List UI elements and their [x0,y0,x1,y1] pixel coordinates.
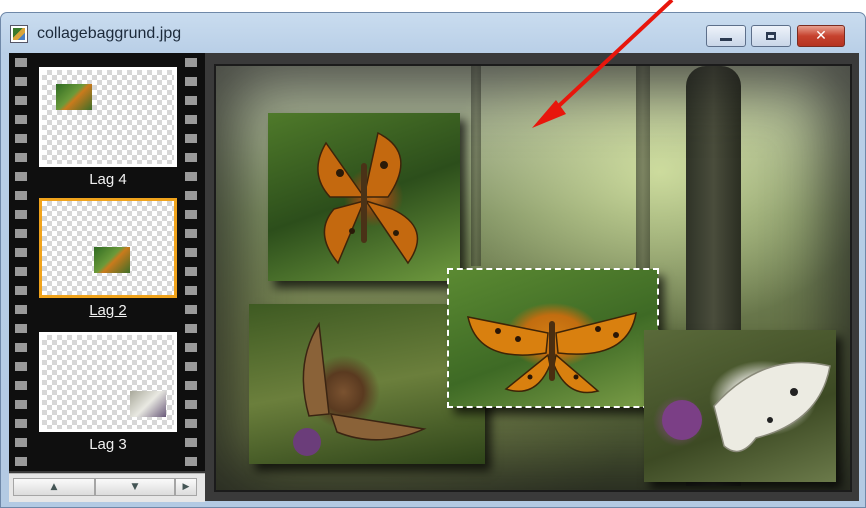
scroll-right-button[interactable]: ▶ [175,478,197,496]
silver-washed-fritillary-photo[interactable] [447,268,659,408]
film-perforation-right [185,53,197,471]
butterfly-shape [317,131,419,265]
filmstrip-scrollbar[interactable]: ▲ ▼ ▶ [9,473,205,502]
butterfly-shape [467,311,637,394]
image-window: collagebaggrund.jpg ✕ Lag 4 Lag 2 Lag 3 … [0,12,866,508]
white-butterfly-photo[interactable] [644,330,836,482]
maximize-button[interactable] [751,25,791,47]
layer-content-preview [94,247,130,273]
close-button[interactable]: ✕ [797,25,845,47]
image-file-icon [10,25,28,43]
chevron-down-icon: ▼ [131,482,139,492]
window-title: collagebaggrund.jpg [37,25,182,42]
chevron-up-icon: ▲ [50,482,58,492]
layer-label: Lag 4 [89,171,127,188]
layer-label: Lag 3 [89,436,127,453]
image-canvas[interactable] [214,64,852,492]
minimize-button[interactable] [706,25,746,47]
layer-preview [39,67,177,167]
comma-butterfly-photo[interactable] [268,113,460,281]
scroll-down-button[interactable]: ▼ [95,478,175,496]
title-bar[interactable]: collagebaggrund.jpg ✕ [1,13,865,53]
layer-content-preview [56,84,92,110]
layer-label: Lag 2 [89,302,127,319]
film-perforation-left [15,53,27,471]
minimize-icon [707,26,745,46]
maximize-icon [752,26,790,46]
close-icon: ✕ [815,28,827,44]
layer-content-preview [130,391,166,417]
layers-filmstrip: Lag 4 Lag 2 Lag 3 [9,53,205,471]
layer-preview [39,198,177,298]
scroll-up-button[interactable]: ▲ [13,478,95,496]
butterfly-shape [662,361,831,453]
layer-preview [39,332,177,432]
window-content: Lag 4 Lag 2 Lag 3 ▲ ▼ ▶ [9,53,859,502]
chevron-right-icon: ▶ [182,482,190,492]
